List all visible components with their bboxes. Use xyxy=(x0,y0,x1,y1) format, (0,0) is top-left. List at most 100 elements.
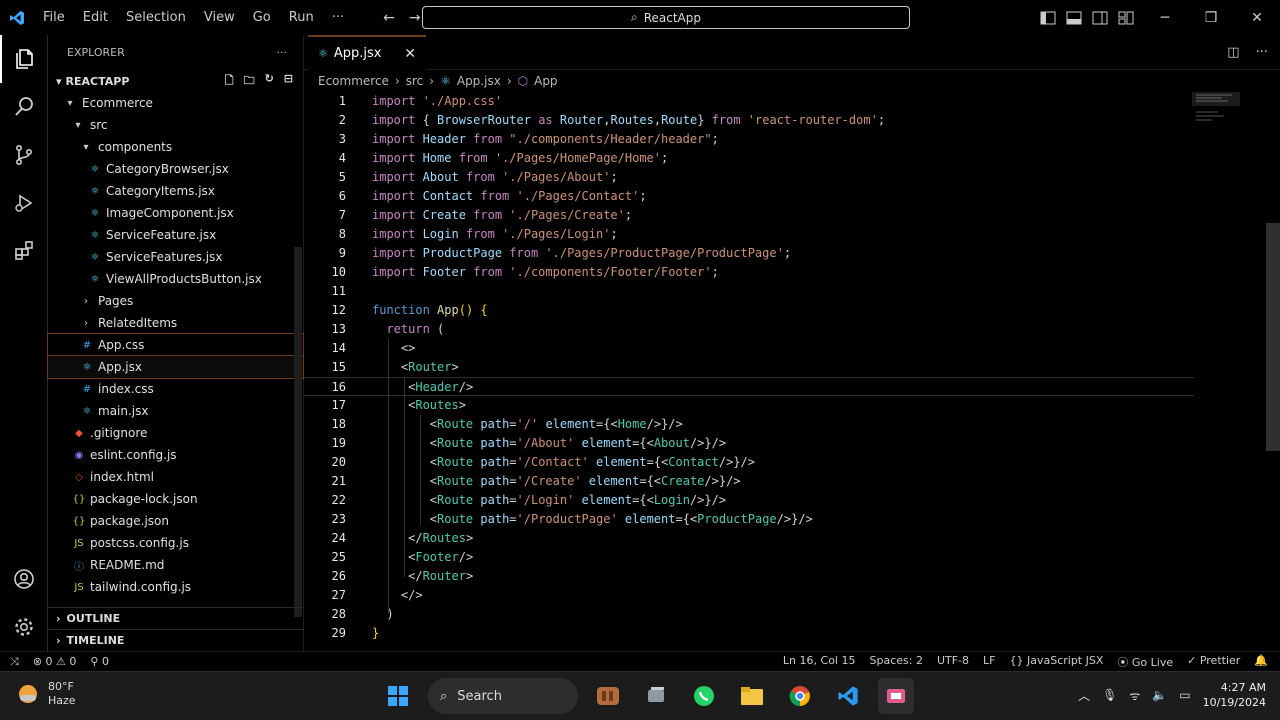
tree-file[interactable]: # App.css xyxy=(47,333,304,357)
remote-icon[interactable]: ⤨ xyxy=(10,655,19,669)
breadcrumb-item[interactable]: src xyxy=(406,74,424,88)
windows-start-icon[interactable] xyxy=(380,678,416,714)
tree-file[interactable]: JS postcss.config.js xyxy=(48,532,303,554)
wifi-icon[interactable]: ᯤ xyxy=(1129,687,1140,704)
tree-file[interactable]: # index.css xyxy=(48,378,303,400)
widgets-icon[interactable] xyxy=(590,678,626,714)
sidebar-scrollbar[interactable] xyxy=(294,247,302,617)
task-view-icon[interactable] xyxy=(638,678,674,714)
new-folder-icon[interactable]: 🗀 xyxy=(244,72,255,91)
editor-scrollbar[interactable] xyxy=(1266,223,1280,451)
tree-file[interactable]: ⚛ ViewAllProductsButton.jsx xyxy=(48,268,303,290)
menu-item-6[interactable]: ··· xyxy=(323,0,353,35)
breadcrumb-item[interactable]: App.jsx xyxy=(457,74,501,88)
collapse-all-icon[interactable]: ⊟ xyxy=(284,72,293,91)
file-explorer-icon[interactable] xyxy=(734,678,770,714)
code-line[interactable]: 10 import Footer from './components/Foote… xyxy=(304,263,1194,282)
code-line[interactable]: 11 xyxy=(304,282,1194,301)
refresh-icon[interactable]: ↻ xyxy=(265,72,274,91)
code-line[interactable]: 29} xyxy=(304,624,1194,643)
microphone-icon[interactable]: 🎙 xyxy=(1102,688,1117,702)
code-line[interactable]: 24 </Routes> xyxy=(304,529,1194,548)
settings-gear-icon[interactable] xyxy=(0,603,48,651)
code-line[interactable]: 9 import ProductPage from './Pages/Produc… xyxy=(304,244,1194,263)
tree-file[interactable]: ◇ index.html xyxy=(48,466,303,488)
code-line[interactable]: 3 import Header from "./components/Header… xyxy=(304,130,1194,149)
tree-file[interactable]: ⓘ README.md xyxy=(48,554,303,576)
menu-item-5[interactable]: Run xyxy=(280,0,323,35)
code-line[interactable]: 7 import Create from './Pages/Create'; xyxy=(304,206,1194,225)
go-live-button[interactable]: ⦿ Go Live xyxy=(1117,654,1173,670)
tree-folder[interactable]: ▾ components xyxy=(48,136,303,158)
toggle-panel-icon[interactable] xyxy=(1066,11,1082,25)
timeline-panel[interactable]: › TIMELINE xyxy=(48,629,304,651)
code-line[interactable]: 19 <Route path='/About' element={<About/… xyxy=(304,434,1194,453)
prettier-status[interactable]: ✓ Prettier xyxy=(1187,654,1240,670)
code-line[interactable]: 4 import Home from './Pages/HomePage/Home… xyxy=(304,149,1194,168)
tree-file[interactable]: ◆ .gitignore xyxy=(48,422,303,444)
battery-icon[interactable]: ▭ xyxy=(1179,688,1190,702)
code-line[interactable]: 8 import Login from './Pages/Login'; xyxy=(304,225,1194,244)
indentation[interactable]: Spaces: 2 xyxy=(869,654,922,670)
run-debug-icon[interactable] xyxy=(0,179,48,227)
whatsapp-icon[interactable] xyxy=(686,678,722,714)
code-line[interactable]: 28 ) xyxy=(304,605,1194,624)
snipping-tool-icon[interactable] xyxy=(878,678,914,714)
code-line[interactable]: 12 function App() { xyxy=(304,301,1194,320)
menu-item-0[interactable]: File xyxy=(34,0,74,35)
menu-item-3[interactable]: View xyxy=(195,0,244,35)
extensions-icon[interactable] xyxy=(0,227,48,275)
problems-indicator[interactable]: ⊗ 0 ⚠ 0 xyxy=(33,655,77,668)
tree-file[interactable]: ⚛ ImageComponent.jsx xyxy=(48,202,303,224)
code-line[interactable]: 15 <Router> xyxy=(304,358,1194,377)
tree-file[interactable]: {} package.json xyxy=(48,510,303,532)
accounts-icon[interactable] xyxy=(0,555,48,603)
code-line[interactable]: 6 import Contact from './Pages/Contact'; xyxy=(304,187,1194,206)
breadcrumb-item[interactable]: Ecommerce xyxy=(318,74,389,88)
chrome-icon[interactable] xyxy=(782,678,818,714)
source-control-icon[interactable] xyxy=(0,131,48,179)
code-line[interactable]: 22 <Route path='/Login' element={<Login/… xyxy=(304,491,1194,510)
menu-item-4[interactable]: Go xyxy=(244,0,280,35)
new-file-icon[interactable]: 🗋 xyxy=(225,72,234,91)
ports-indicator[interactable]: ⚲ 0 xyxy=(90,655,109,668)
close-window-icon[interactable]: ✕ xyxy=(1234,0,1280,35)
customize-layout-icon[interactable] xyxy=(1118,11,1134,25)
tree-file[interactable]: ⚛ App.jsx xyxy=(47,355,304,379)
tree-folder[interactable]: ▾ Ecommerce xyxy=(48,92,303,114)
close-tab-icon[interactable]: ✕ xyxy=(404,46,416,62)
code-line[interactable]: 21 <Route path='/Create' element={<Creat… xyxy=(304,472,1194,491)
code-line[interactable]: 25 <Footer/> xyxy=(304,548,1194,567)
code-line[interactable]: 13 return ( xyxy=(304,320,1194,339)
breadcrumb-item[interactable]: App xyxy=(534,74,557,88)
line-endings[interactable]: LF xyxy=(983,654,995,670)
toggle-sidebar-icon[interactable] xyxy=(1040,11,1056,25)
toggle-secondary-sidebar-icon[interactable] xyxy=(1092,11,1108,25)
search-view-icon[interactable] xyxy=(0,83,48,131)
maximize-icon[interactable]: ❐ xyxy=(1188,0,1234,35)
tree-folder[interactable]: ▾ src xyxy=(48,114,303,136)
minimap[interactable] xyxy=(1192,92,1242,132)
code-line[interactable]: 16 <Header/> xyxy=(304,377,1194,396)
tree-folder[interactable]: › RelatedItems xyxy=(48,312,303,334)
command-center[interactable]: ⌕ ReactApp xyxy=(422,6,910,29)
split-editor-icon[interactable]: ◫ xyxy=(1227,45,1239,60)
vscode-taskbar-icon[interactable] xyxy=(830,678,866,714)
tree-file[interactable]: ⚛ main.jsx xyxy=(48,400,303,422)
tab-app-jsx[interactable]: ⚛ App.jsx ✕ xyxy=(308,35,426,70)
forward-arrow-icon[interactable]: → xyxy=(409,10,421,26)
tree-file[interactable]: JS tailwind.config.js xyxy=(48,576,303,598)
tree-file[interactable]: ◉ eslint.config.js xyxy=(48,444,303,466)
workspace-root[interactable]: ▾ REACTAPP 🗋 🗀 ↻ ⊟ xyxy=(48,70,303,92)
code-line[interactable]: 26 </Router> xyxy=(304,567,1194,586)
menu-item-1[interactable]: Edit xyxy=(74,0,117,35)
code-line[interactable]: 1 import './App.css' xyxy=(304,92,1194,111)
code-line[interactable]: 27 </> xyxy=(304,586,1194,605)
tree-file[interactable]: ⚛ ServiceFeatures.jsx xyxy=(48,246,303,268)
tree-file[interactable]: ⚛ CategoryItems.jsx xyxy=(48,180,303,202)
encoding[interactable]: UTF-8 xyxy=(937,654,969,670)
tree-file[interactable]: ⚛ CategoryBrowser.jsx xyxy=(48,158,303,180)
code-line[interactable]: 17 <Routes> xyxy=(304,396,1194,415)
language-mode[interactable]: {} JavaScript JSX xyxy=(1009,654,1103,670)
code-line[interactable]: 23 <Route path='/ProductPage' element={<… xyxy=(304,510,1194,529)
